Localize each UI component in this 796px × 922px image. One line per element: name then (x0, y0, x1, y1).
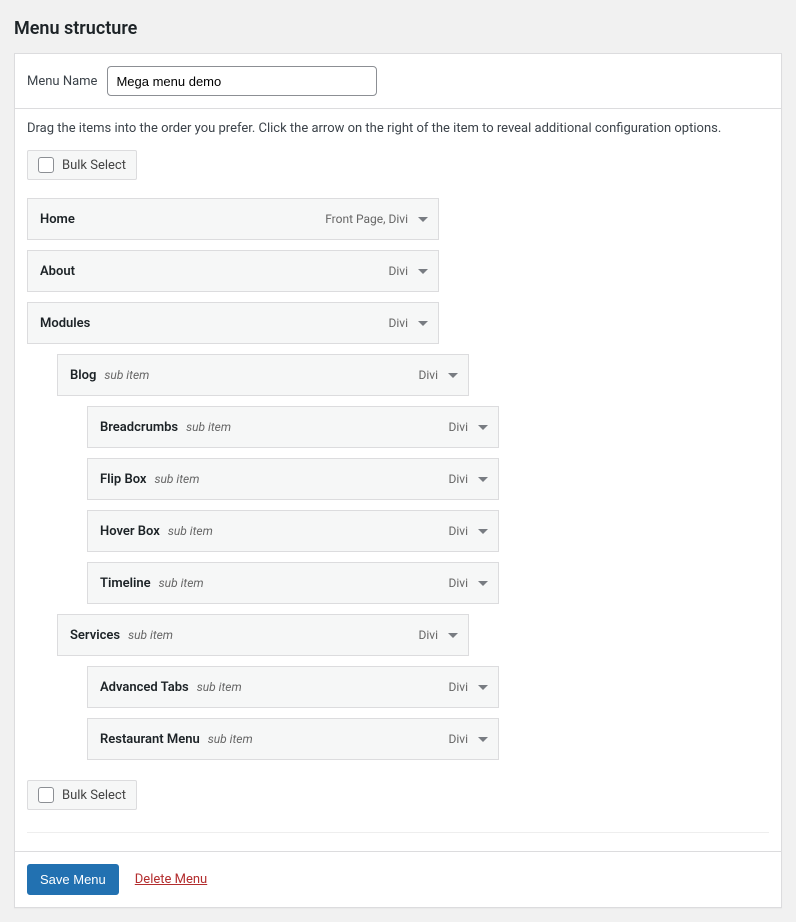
menu-item-left: Blog sub item (70, 368, 418, 383)
menu-item-right: Divi (448, 420, 488, 434)
menu-item-left: Hover Box sub item (100, 524, 448, 539)
menu-item-type: Divi (448, 472, 468, 486)
bulk-select-top[interactable]: Bulk Select (27, 150, 137, 180)
bulk-select-label: Bulk Select (62, 158, 126, 173)
menu-edit-panel: Menu Name Drag the items into the order … (14, 53, 782, 908)
menu-item-right: Divi (388, 316, 428, 330)
menu-item-right: Divi (448, 732, 488, 746)
menu-item-sub-label: sub item (208, 732, 253, 746)
chevron-down-icon[interactable] (418, 217, 428, 222)
menu-item-type: Divi (388, 316, 408, 330)
menu-item-sub-label: sub item (168, 524, 213, 538)
menu-item[interactable]: Breadcrumbs sub item Divi (87, 406, 499, 448)
menu-item-title: Restaurant Menu (100, 732, 200, 747)
menu-item-title: Flip Box (100, 472, 147, 487)
menu-item-type: Divi (448, 420, 468, 434)
chevron-down-icon[interactable] (478, 581, 488, 586)
menu-item-sub-label: sub item (128, 628, 173, 642)
menu-item-right: Divi (448, 524, 488, 538)
menu-item-type: Divi (448, 680, 468, 694)
menu-item-type: Divi (388, 264, 408, 278)
menu-item-type: Divi (418, 628, 438, 642)
bulk-select-bottom[interactable]: Bulk Select (27, 780, 137, 810)
menu-item-left: About (40, 264, 388, 279)
menu-items-list: Home Front Page, Divi About Divi Modules Divi… (27, 198, 769, 760)
menu-item[interactable]: Advanced Tabs sub item Divi (87, 666, 499, 708)
menu-item-left: Modules (40, 316, 388, 331)
chevron-down-icon[interactable] (448, 373, 458, 378)
menu-item-type: Divi (448, 524, 468, 538)
menu-item-title: Blog (70, 368, 96, 383)
menu-item[interactable]: Home Front Page, Divi (27, 198, 439, 240)
menu-item-left: Flip Box sub item (100, 472, 448, 487)
menu-item-right: Divi (448, 680, 488, 694)
menu-item-left: Home (40, 212, 325, 227)
menu-item-type: Divi (448, 732, 468, 746)
menu-item-right: Divi (418, 368, 458, 382)
divider (27, 832, 769, 833)
menu-item-title: Breadcrumbs (100, 420, 178, 435)
menu-item-title: Modules (40, 316, 90, 331)
menu-item[interactable]: Services sub item Divi (57, 614, 469, 656)
chevron-down-icon[interactable] (448, 633, 458, 638)
menu-item[interactable]: Hover Box sub item Divi (87, 510, 499, 552)
chevron-down-icon[interactable] (478, 425, 488, 430)
menu-item-right: Divi (418, 628, 458, 642)
chevron-down-icon[interactable] (478, 477, 488, 482)
menu-item-title: About (40, 264, 75, 279)
menu-item-title: Advanced Tabs (100, 680, 189, 695)
menu-item-right: Front Page, Divi (325, 212, 428, 226)
menu-item-sub-label: sub item (104, 368, 149, 382)
menu-structure-panel: Menu structure Menu Name Drag the items … (0, 0, 796, 908)
chevron-down-icon[interactable] (478, 685, 488, 690)
bulk-select-label: Bulk Select (62, 788, 126, 803)
menu-item-sub-label: sub item (186, 420, 231, 434)
menu-item[interactable]: About Divi (27, 250, 439, 292)
page-title: Menu structure (0, 0, 796, 53)
chevron-down-icon[interactable] (418, 269, 428, 274)
panel-body: Drag the items into the order you prefer… (15, 109, 781, 851)
chevron-down-icon[interactable] (418, 321, 428, 326)
menu-item-left: Restaurant Menu sub item (100, 732, 448, 747)
checkbox-icon[interactable] (38, 787, 54, 803)
drag-instructions: Drag the items into the order you prefer… (27, 121, 769, 136)
menu-item-sub-label: sub item (197, 680, 242, 694)
menu-item-type: Front Page, Divi (325, 212, 408, 226)
menu-item[interactable]: Flip Box sub item Divi (87, 458, 499, 500)
menu-item-sub-label: sub item (155, 472, 200, 486)
menu-item-left: Services sub item (70, 628, 418, 643)
menu-item-title: Services (70, 628, 120, 643)
menu-item-right: Divi (388, 264, 428, 278)
menu-item-left: Breadcrumbs sub item (100, 420, 448, 435)
menu-item-type: Divi (418, 368, 438, 382)
checkbox-icon[interactable] (38, 157, 54, 173)
menu-item-left: Advanced Tabs sub item (100, 680, 448, 695)
menu-item-title: Timeline (100, 576, 151, 591)
panel-footer: Save Menu Delete Menu (15, 851, 781, 907)
menu-item-type: Divi (448, 576, 468, 590)
menu-item[interactable]: Blog sub item Divi (57, 354, 469, 396)
chevron-down-icon[interactable] (478, 529, 488, 534)
delete-menu-link[interactable]: Delete Menu (135, 872, 207, 887)
menu-item-left: Timeline sub item (100, 576, 448, 591)
save-menu-button[interactable]: Save Menu (27, 864, 119, 895)
menu-item-sub-label: sub item (159, 576, 204, 590)
menu-item-right: Divi (448, 472, 488, 486)
menu-item[interactable]: Modules Divi (27, 302, 439, 344)
menu-item[interactable]: Restaurant Menu sub item Divi (87, 718, 499, 760)
menu-item-right: Divi (448, 576, 488, 590)
menu-item-title: Home (40, 212, 75, 227)
menu-item[interactable]: Timeline sub item Divi (87, 562, 499, 604)
menu-item-title: Hover Box (100, 524, 160, 539)
menu-name-label: Menu Name (27, 74, 97, 89)
panel-header: Menu Name (15, 54, 781, 109)
chevron-down-icon[interactable] (478, 737, 488, 742)
menu-name-input[interactable] (107, 66, 377, 96)
